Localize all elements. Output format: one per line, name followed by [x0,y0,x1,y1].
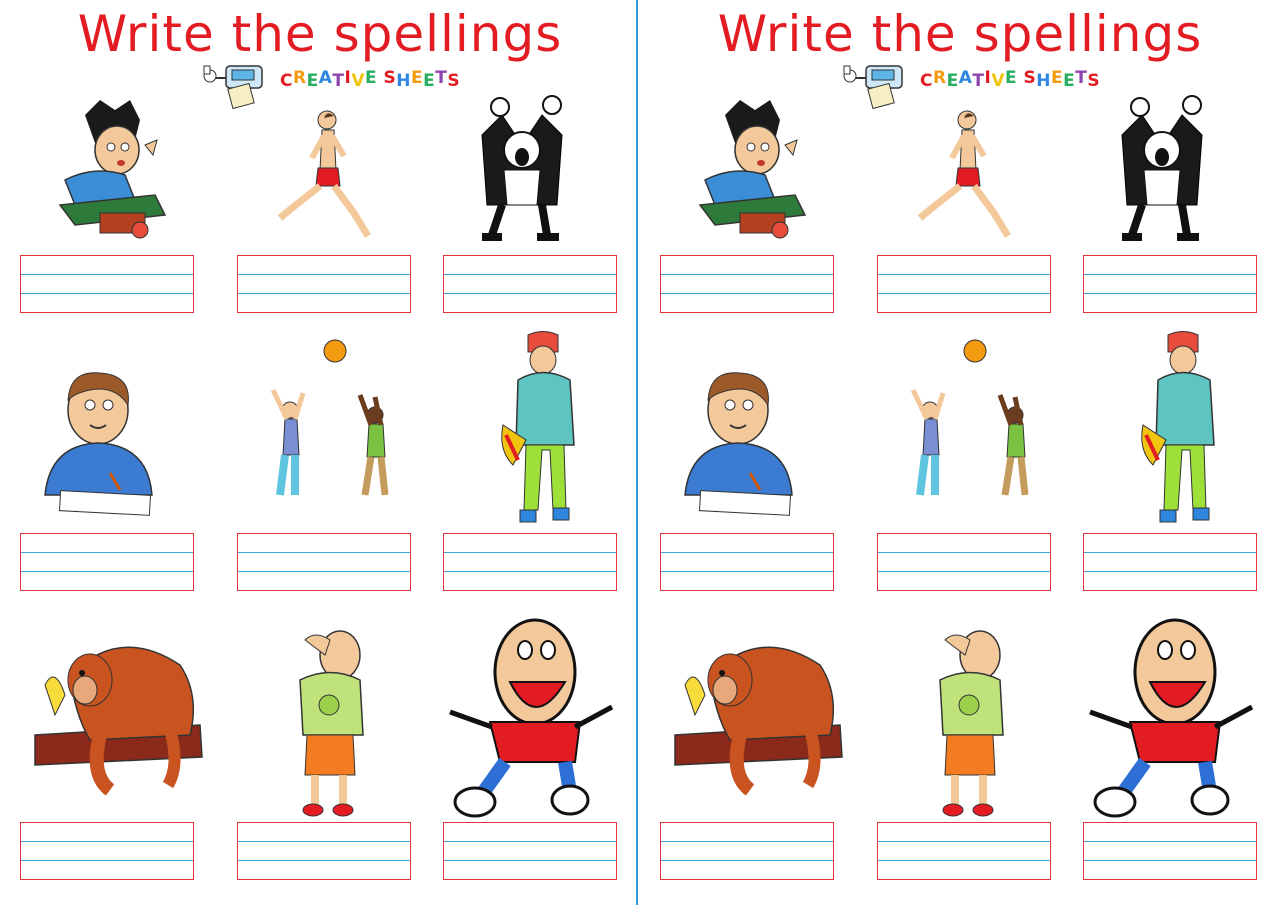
guide-line [238,274,410,275]
guide-line [444,552,616,553]
guide-line [661,274,833,275]
boy-writing-icon [680,365,800,524]
logo-text: CREATIVE SHEETS [920,68,1101,91]
guide-line [1084,552,1256,553]
children-playing-ball-icon [245,335,405,519]
spelling-answer-box[interactable] [660,533,834,591]
guide-line [878,860,1050,861]
guide-line [21,293,193,294]
spelling-answer-box[interactable] [443,533,617,591]
guide-line [878,274,1050,275]
guide-line [878,571,1050,572]
guide-line [1084,860,1256,861]
spelling-answer-box[interactable] [443,822,617,880]
printer-mascot-icon [203,65,263,110]
guide-line [444,293,616,294]
spelling-answer-box[interactable] [1083,255,1257,313]
guide-line [444,571,616,572]
guide-line [21,274,193,275]
spelling-answer-box[interactable] [877,822,1051,880]
guide-line [661,293,833,294]
guide-line [1084,841,1256,842]
guide-line [21,841,193,842]
spelling-answer-box[interactable] [660,255,834,313]
spelling-answer-box[interactable] [237,533,411,591]
guide-line [1084,293,1256,294]
boy-looking-up-icon [285,625,375,829]
printer-mascot-icon [843,65,903,110]
logo-text: CREATIVE SHEETS [280,68,461,91]
guide-line [1084,571,1256,572]
guide-line [238,293,410,294]
spelling-answer-box[interactable] [1083,822,1257,880]
spelling-answer-box[interactable] [237,255,411,313]
spelling-answer-box[interactable] [877,533,1051,591]
guide-line [444,841,616,842]
guide-line [238,571,410,572]
shouting-man-icon [462,95,582,249]
walking-boy-icon [1138,330,1228,534]
spelling-answer-box[interactable] [20,533,194,591]
guide-line [238,841,410,842]
running-man-icon [912,108,1022,247]
monkey-eating-banana-icon [670,615,845,804]
spelling-answer-box[interactable] [443,255,617,313]
worksheet-right: Write the spellings CREATIVE SHEETS [640,0,1280,905]
guide-line [878,841,1050,842]
laughing-boy-icon [430,612,620,826]
laughing-boy-icon [1070,612,1260,826]
guide-line [21,860,193,861]
worksheet-left: Write the spellings CREATIVE SHEETS [0,0,640,905]
walking-boy-icon [498,330,588,534]
worksheet-title: Write the spellings [717,5,1203,63]
creative-sheets-logo: CREATIVE SHEETS [836,58,1100,110]
boy-reading-icon [685,95,815,249]
spelling-answer-box[interactable] [237,822,411,880]
guide-line [21,571,193,572]
spelling-answer-box[interactable] [20,822,194,880]
running-man-icon [272,108,382,247]
guide-line [21,552,193,553]
children-playing-ball-icon [885,335,1045,519]
guide-line [444,274,616,275]
guide-line [661,571,833,572]
guide-line [661,860,833,861]
boy-looking-up-icon [925,625,1015,829]
creative-sheets-logo: CREATIVE SHEETS [196,58,460,110]
guide-line [444,860,616,861]
guide-line [661,552,833,553]
guide-line [238,860,410,861]
monkey-eating-banana-icon [30,615,205,804]
worksheet-title: Write the spellings [77,5,563,63]
spelling-answer-box[interactable] [877,255,1051,313]
guide-line [238,552,410,553]
spelling-answer-box[interactable] [1083,533,1257,591]
boy-writing-icon [40,365,160,524]
shouting-man-icon [1102,95,1222,249]
guide-line [661,841,833,842]
guide-line [1084,274,1256,275]
guide-line [878,552,1050,553]
spelling-answer-box[interactable] [660,822,834,880]
spelling-answer-box[interactable] [20,255,194,313]
boy-reading-icon [45,95,175,249]
guide-line [878,293,1050,294]
